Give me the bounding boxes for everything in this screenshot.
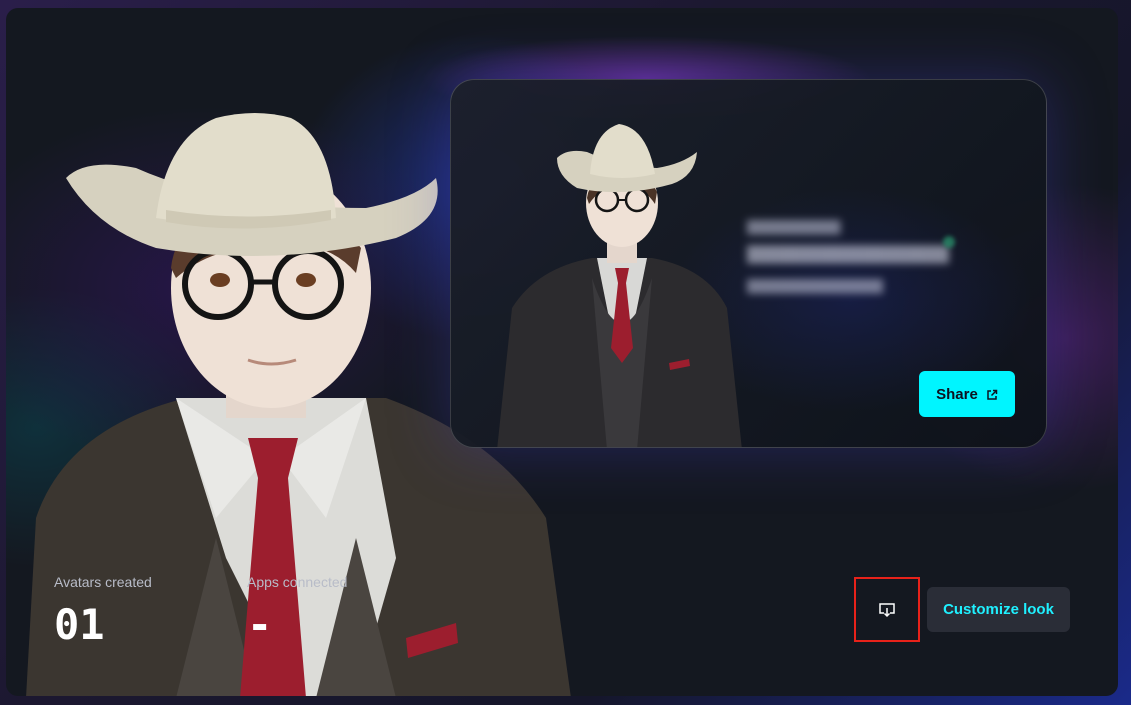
stat-apps-connected: Apps connected -: [247, 574, 347, 649]
blurred-profile-info: ███████████ ███████████████████ ████████…: [747, 220, 949, 293]
customize-look-button[interactable]: Customize look: [927, 587, 1070, 632]
main-panel: ███████████ ███████████████████ ████████…: [6, 8, 1118, 696]
stat-value: 01: [54, 600, 105, 649]
stat-value: -: [247, 600, 273, 649]
external-link-icon: [986, 388, 998, 400]
share-button-label: Share: [936, 385, 978, 403]
card-avatar-image: [497, 118, 747, 447]
avatar-preview-card: ███████████ ███████████████████ ████████…: [450, 79, 1047, 448]
stat-label: Apps connected: [247, 574, 348, 590]
verified-icon: [943, 236, 955, 248]
download-button[interactable]: [854, 577, 920, 642]
stat-avatars-created: Avatars created 01: [54, 574, 152, 649]
download-icon: [878, 602, 896, 618]
share-button[interactable]: Share: [919, 371, 1015, 417]
stat-label: Avatars created: [54, 574, 152, 590]
